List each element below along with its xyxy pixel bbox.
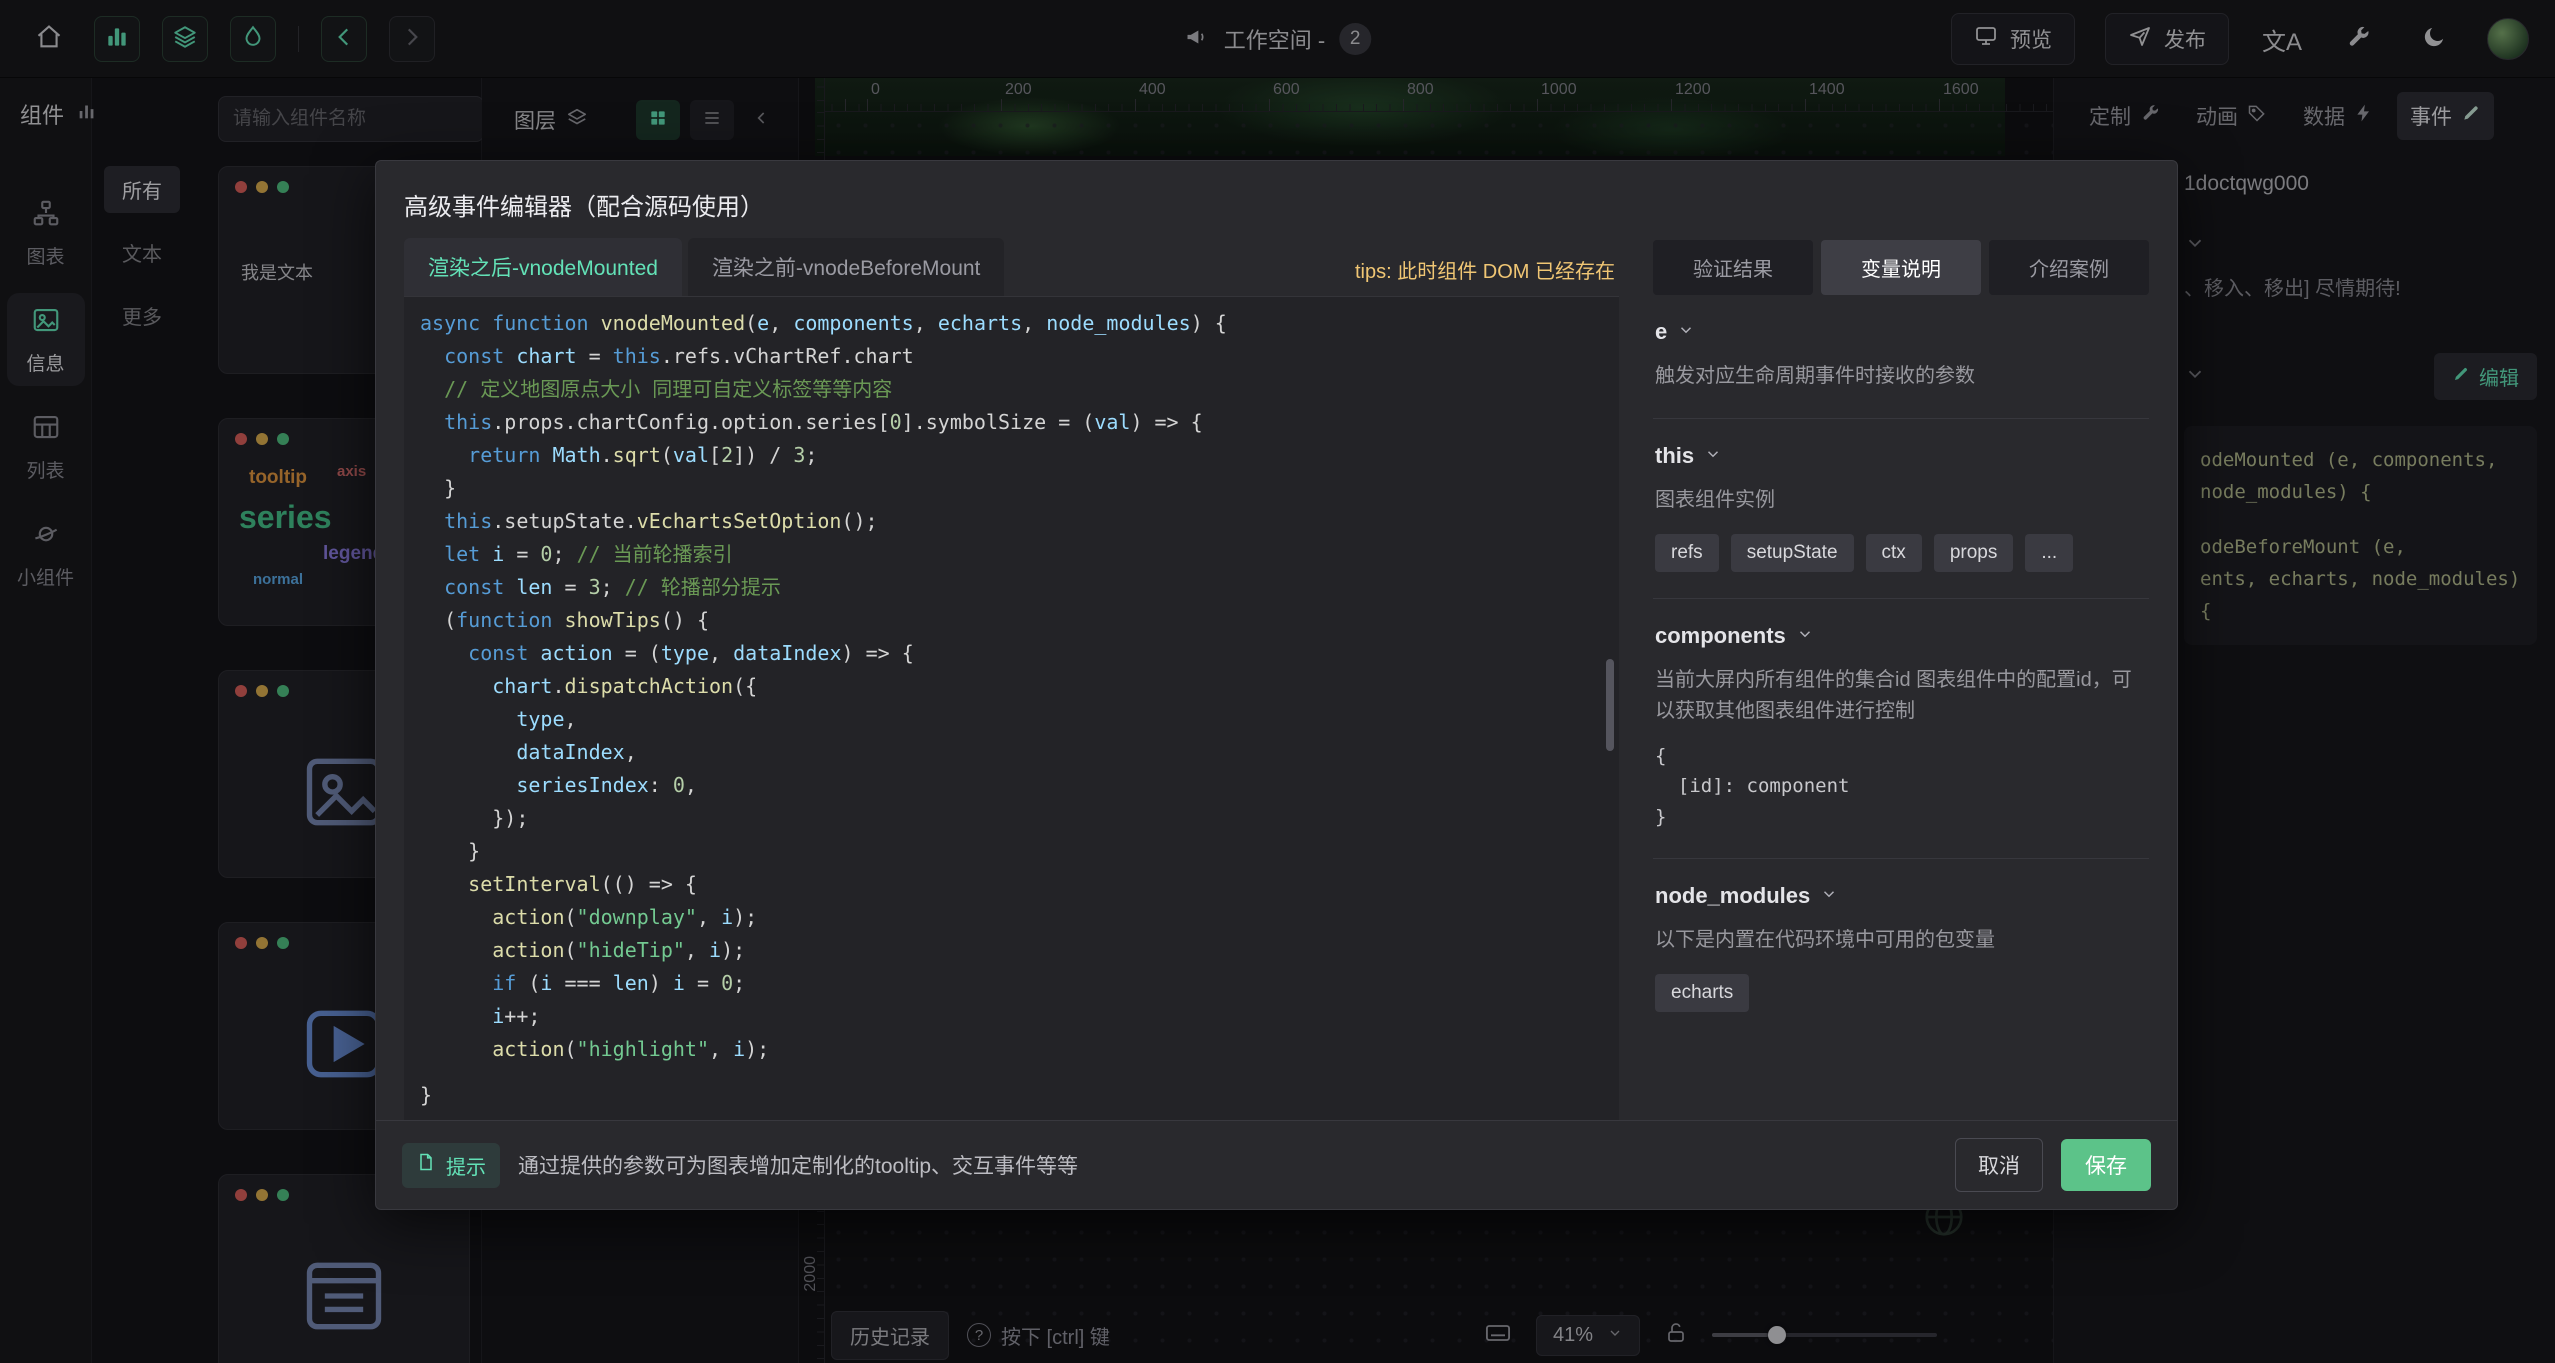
var-tag[interactable]: ctx — [1866, 534, 1922, 572]
code-line: seriesIndex: 0, — [420, 769, 1599, 802]
code-line: this.props.chartConfig.option.series[0].… — [420, 406, 1599, 439]
hint-badge: 提示 — [402, 1143, 500, 1188]
app-root: 工作空间 - 2 预览 发布 文A — [0, 0, 2555, 1363]
tab-validation-result[interactable]: 验证结果 — [1653, 240, 1813, 295]
modal-footer: 提示 通过提供的参数可为图表增加定制化的tooltip、交互事件等等 取消 保存 — [376, 1120, 2177, 1209]
var-tag[interactable]: refs — [1655, 534, 1719, 572]
code-editor[interactable]: async function vnodeMounted(e, component… — [404, 297, 1619, 1120]
variables-column: 验证结果 变量说明 介绍案例 e 触发对应生命周期事件时接收的参数 — [1653, 238, 2149, 1120]
var-name: this — [1655, 443, 1694, 469]
code-line: this.setupState.vEchartsSetOption(); — [420, 505, 1599, 538]
var-tag[interactable]: ... — [2025, 534, 2073, 572]
var-name: components — [1655, 623, 1786, 649]
var-name: e — [1655, 319, 1667, 345]
closing-brace-line: } — [420, 1079, 1599, 1112]
code-line: action("downplay", i); — [420, 901, 1599, 934]
var-description: 图表组件实例 — [1655, 485, 2147, 516]
var-name: node_modules — [1655, 883, 1810, 909]
hint-text: 通过提供的参数可为图表增加定制化的tooltip、交互事件等等 — [518, 1150, 1078, 1180]
code-line: dataIndex, — [420, 736, 1599, 769]
editor-scrollbar[interactable] — [1606, 659, 1614, 751]
cancel-button[interactable]: 取消 — [1955, 1138, 2043, 1192]
code-line: (function showTips() { — [420, 604, 1599, 637]
file-icon — [416, 1152, 436, 1178]
var-section-e: e 触发对应生命周期事件时接收的参数 — [1653, 295, 2149, 419]
tab-intro-examples[interactable]: 介绍案例 — [1989, 240, 2149, 295]
var-section-this: this 图表组件实例 refs setupState ctx props ..… — [1653, 419, 2149, 599]
code-line: action("hideTip", i); — [420, 934, 1599, 967]
var-tag[interactable]: setupState — [1731, 534, 1854, 572]
modal-title: 高级事件编辑器（配合源码使用） — [376, 161, 2177, 238]
editor-column: 渲染之后-vnodeMounted 渲染之前-vnodeBeforeMount … — [404, 238, 1619, 1120]
variables-scroll[interactable]: e 触发对应生命周期事件时接收的参数 this — [1653, 295, 2149, 1120]
hint-label: 提示 — [446, 1151, 486, 1180]
var-section-node-modules: node_modules 以下是内置在代码环境中可用的包变量 echarts — [1653, 859, 2149, 1038]
var-tag-list: echarts — [1655, 974, 2147, 1012]
var-code-sample: { [id]: component } — [1655, 741, 2147, 832]
function-signature-line: async function vnodeMounted(e, component… — [420, 307, 1599, 340]
chevron-down-icon — [1704, 443, 1722, 469]
var-tag[interactable]: echarts — [1655, 974, 1749, 1012]
code-line: if (i === len) i = 0; — [420, 967, 1599, 1000]
code-line: const chart = this.refs.vChartRef.chart — [420, 340, 1599, 373]
editor-tabs: 渲染之后-vnodeMounted 渲染之前-vnodeBeforeMount … — [404, 238, 1619, 297]
code-editor-body[interactable]: const chart = this.refs.vChartRef.chart … — [420, 340, 1599, 1079]
var-name-row[interactable]: e — [1655, 319, 2147, 345]
var-description: 以下是内置在代码环境中可用的包变量 — [1655, 925, 2147, 956]
code-line: } — [420, 835, 1599, 868]
var-description: 触发对应生命周期事件时接收的参数 — [1655, 361, 2147, 392]
chevron-down-icon — [1677, 319, 1695, 345]
code-line: i++; — [420, 1000, 1599, 1033]
var-tag[interactable]: props — [1934, 534, 2014, 572]
code-line: setInterval(() => { — [420, 868, 1599, 901]
code-line: chart.dispatchAction({ — [420, 670, 1599, 703]
var-name-row[interactable]: node_modules — [1655, 883, 2147, 909]
tips-text: tips: 此时组件 DOM 已经存在 — [1355, 255, 1619, 296]
save-button[interactable]: 保存 — [2061, 1139, 2151, 1191]
code-line: // 定义地图原点大小 同理可自定义标签等等内容 — [420, 373, 1599, 406]
var-description: 当前大屏内所有组件的集合id 图表组件中的配置id，可以获取其他图表组件进行控制 — [1655, 665, 2147, 727]
code-line: return Math.sqrt(val[2]) / 3; — [420, 439, 1599, 472]
code-line: const action = (type, dataIndex) => { — [420, 637, 1599, 670]
var-name-row[interactable]: components — [1655, 623, 2147, 649]
tab-vnode-mounted[interactable]: 渲染之后-vnodeMounted — [404, 238, 682, 296]
tab-vnode-before-mount[interactable]: 渲染之前-vnodeBeforeMount — [688, 238, 1004, 296]
var-name-row[interactable]: this — [1655, 443, 2147, 469]
var-tag-list: refs setupState ctx props ... — [1655, 534, 2147, 572]
code-line: } — [420, 472, 1599, 505]
code-line: }); — [420, 802, 1599, 835]
code-line: const len = 3; // 轮播部分提示 — [420, 571, 1599, 604]
chevron-down-icon — [1796, 623, 1814, 649]
advanced-event-editor-modal: 高级事件编辑器（配合源码使用） 渲染之后-vnodeMounted 渲染之前-v… — [375, 160, 2178, 1210]
modal-content: 渲染之后-vnodeMounted 渲染之前-vnodeBeforeMount … — [376, 238, 2177, 1120]
code-line: type, — [420, 703, 1599, 736]
tab-variable-docs[interactable]: 变量说明 — [1821, 240, 1981, 295]
var-section-components: components 当前大屏内所有组件的集合id 图表组件中的配置id，可以获… — [1653, 599, 2149, 859]
code-line: action("highlight", i); — [420, 1033, 1599, 1066]
code-line: let i = 0; // 当前轮播索引 — [420, 538, 1599, 571]
variables-tabs: 验证结果 变量说明 介绍案例 — [1653, 240, 2149, 295]
chevron-down-icon — [1820, 883, 1838, 909]
